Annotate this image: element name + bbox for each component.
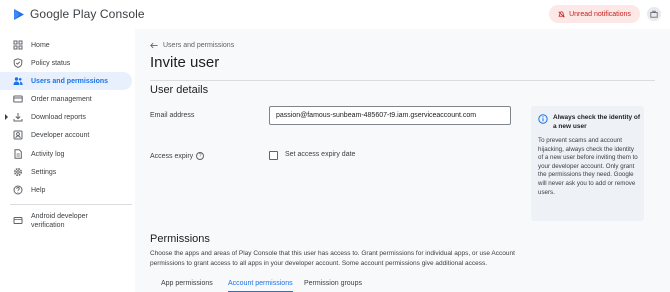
sidebar-item-label: Android developer verification [31,213,88,229]
user-details-heading: User details [150,84,209,96]
tab-app-permissions[interactable]: App permissions [161,280,213,287]
access-expiry-checkbox-label[interactable]: Set access expiry date [285,151,355,158]
access-expiry-text: Access expiry [150,152,194,160]
app-name: Google Play Console [30,7,145,21]
shield-icon [13,58,23,68]
sidebar-nav: Home Policy status Users and permissions… [0,29,135,292]
breadcrumb[interactable]: Users and permissions [150,42,234,49]
title-divider [150,80,655,81]
arrow-back-icon [150,42,158,49]
sidebar-item-label: Activity log [31,150,65,158]
help-icon [13,185,23,195]
top-app-bar: Google Play Console Unread notifications [0,0,670,29]
gear-icon [13,167,23,177]
people-icon [13,77,23,85]
document-icon [14,149,22,159]
play-logo-icon [14,8,24,20]
credit-card-icon [13,95,23,103]
sidebar-item-developer-account[interactable]: Developer account [0,126,132,144]
sidebar-item-label: Download reports [31,113,86,121]
sidebar-item-label: Home [31,41,50,49]
info-title: Always check the identity of a new user [553,114,641,130]
sidebar-item-label: Help [31,186,46,194]
access-expiry-label: Access expiry? [150,152,205,160]
download-icon [13,113,23,122]
expand-caret-icon[interactable] [5,114,8,120]
sidebar-item-home[interactable]: Home [0,36,132,54]
play-console-logo[interactable]: Google Play Console [13,7,145,21]
account-button[interactable] [647,7,661,21]
main-content: Users and permissions Invite user User d… [135,29,670,292]
sidebar-item-settings[interactable]: Settings [0,163,132,181]
sidebar-item-help[interactable]: Help [0,181,132,199]
home-grid-icon [13,40,23,50]
sidebar-divider [10,204,132,205]
sidebar-item-android-developer-verification[interactable]: Android developer verification [0,211,132,231]
info-icon [538,114,548,124]
tab-account-permissions[interactable]: Account permissions [228,280,293,292]
sidebar-item-label: Users and permissions [31,77,109,85]
sidebar-item-label: Settings [31,168,57,176]
page-title: Invite user [150,54,220,71]
sidebar-item-label: Developer account [31,131,90,139]
help-circle-icon[interactable]: ? [196,152,205,160]
briefcase-icon [650,10,658,18]
tab-permission-groups[interactable]: Permission groups [304,280,362,287]
sidebar-item-users-and-permissions[interactable]: Users and permissions [0,72,132,90]
laptop-icon [13,217,23,224]
bell-off-icon [558,10,565,18]
unread-notifications-button[interactable]: Unread notifications [549,5,640,23]
notifications-label: Unread notifications [569,10,631,18]
sidebar-item-activity-log[interactable]: Activity log [0,145,132,163]
breadcrumb-label: Users and permissions [163,42,235,49]
sidebar-item-policy-status[interactable]: Policy status [0,54,132,72]
access-expiry-checkbox[interactable] [269,151,278,160]
sidebar-item-download-reports[interactable]: Download reports [0,108,132,126]
email-field[interactable] [269,106,511,125]
sidebar-item-label: Order management [31,95,92,103]
info-body: To prevent scams and account hijacking, … [538,137,638,196]
sidebar-item-label: Policy status [31,59,71,67]
permissions-description: Choose the apps and areas of Play Consol… [150,250,515,267]
account-icon [13,130,23,140]
permissions-heading: Permissions [150,233,210,245]
identity-info-card: Always check the identity of a new user … [531,106,644,221]
email-label: Email address [150,112,195,119]
sidebar-item-order-management[interactable]: Order management [0,90,132,108]
